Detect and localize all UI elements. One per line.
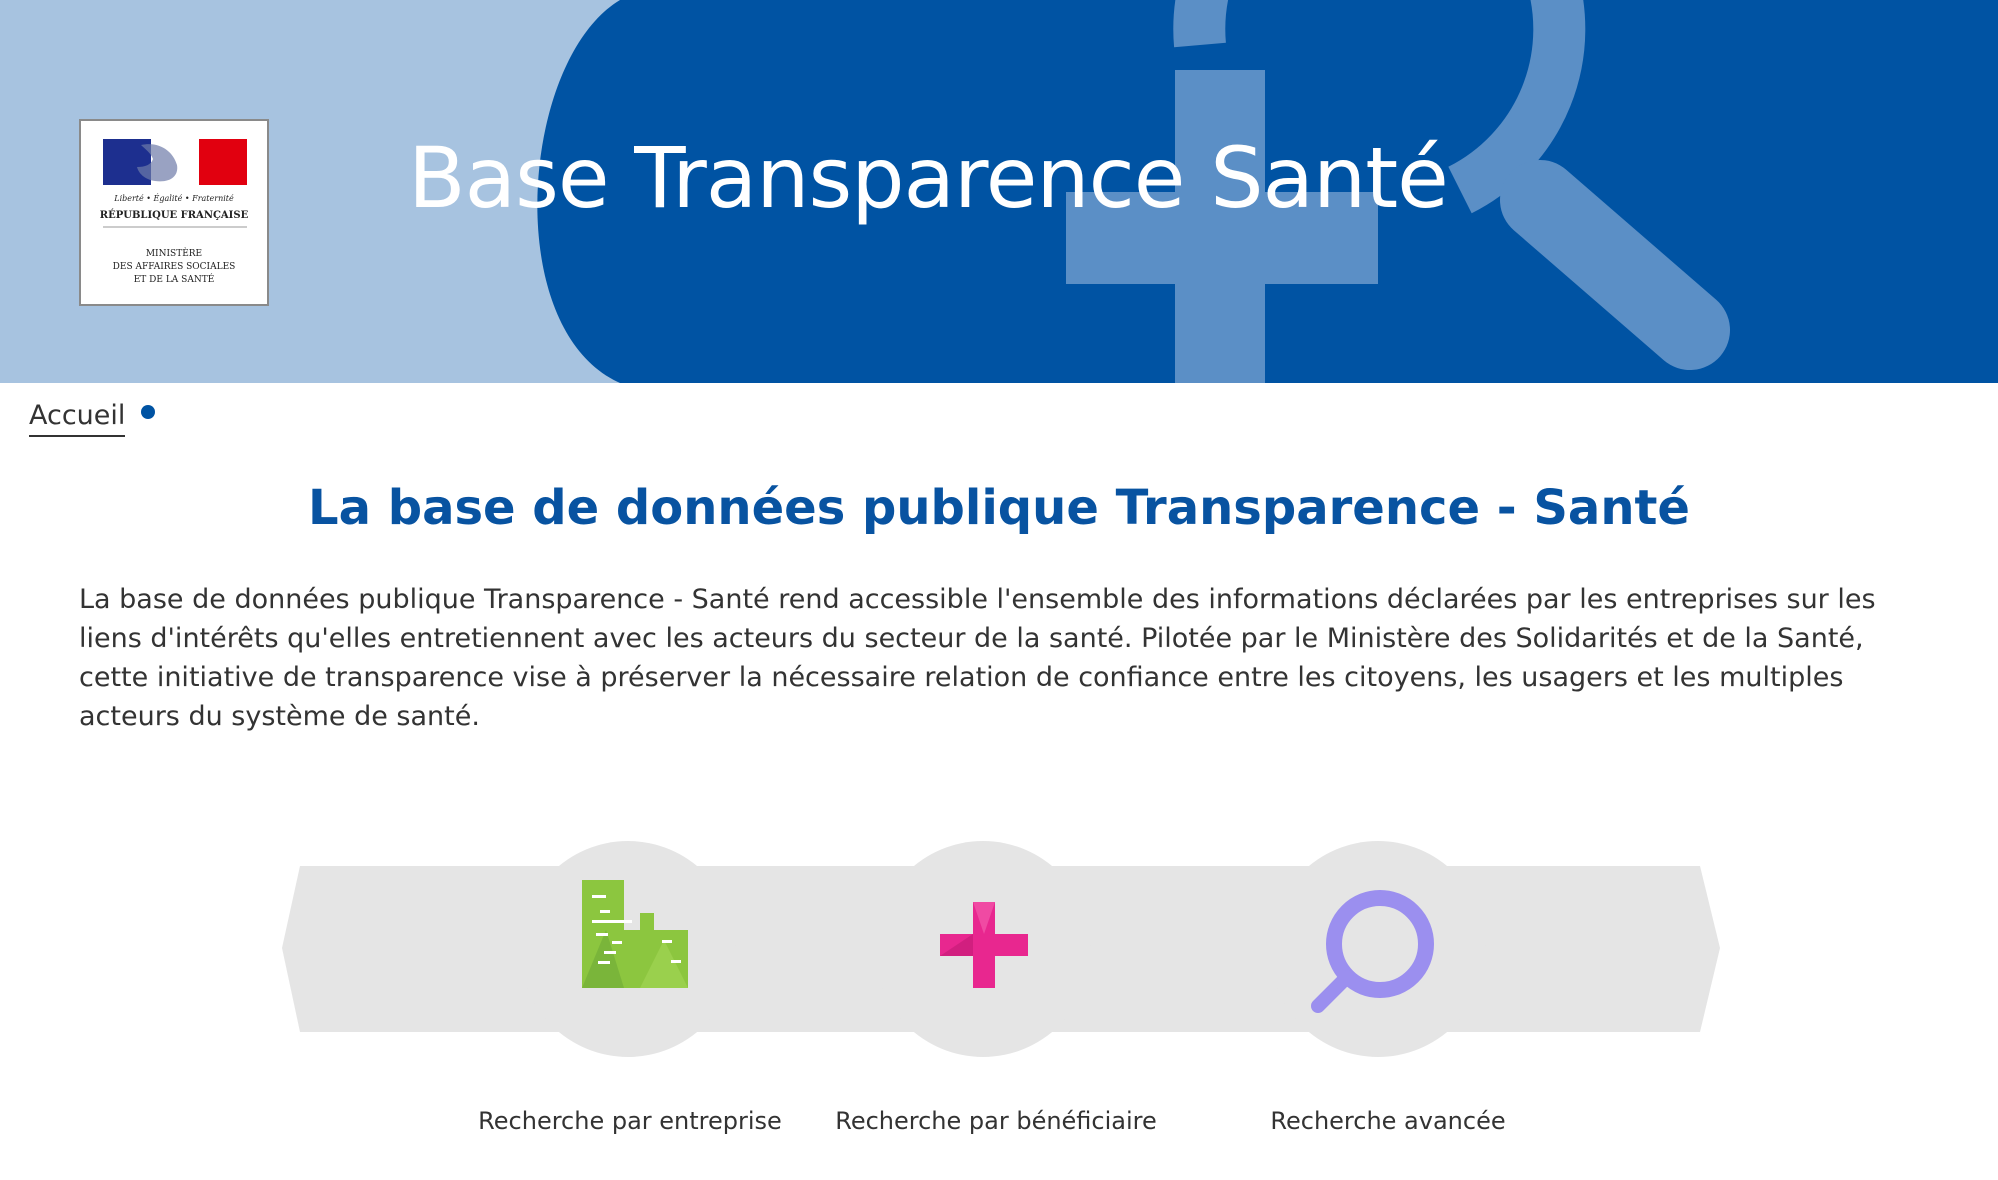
page-title: La base de données publique Transparence… [308,480,1690,536]
svg-text:DES AFFAIRES SOCIALES: DES AFFAIRES SOCIALES [113,262,236,272]
site-header: Liberté • Égalité • Fraternité RÉPUBLIQU… [0,0,1998,383]
search-options-band [282,841,1720,1057]
search-by-company-link[interactable]: Recherche par entreprise [478,1107,782,1135]
intro-paragraph: La base de données publique Transparence… [79,584,1876,732]
breadcrumb-dot [141,404,156,419]
site-title: Base Transparence Santé [408,129,1449,227]
breadcrumb-home-link[interactable]: Accueil [29,400,126,437]
svg-text:RÉPUBLIQUE FRANÇAISE: RÉPUBLIQUE FRANÇAISE [100,209,249,221]
svg-text:MINISTÈRE: MINISTÈRE [146,247,202,259]
svg-text:Liberté • Égalité • Fraternité: Liberté • Égalité • Fraternité [113,194,234,203]
breadcrumb: Accueil [29,400,156,437]
advanced-search-link[interactable]: Recherche avancée [1270,1107,1505,1135]
search-by-beneficiary-link[interactable]: Recherche par bénéficiaire [835,1107,1157,1135]
svg-text:ET DE LA SANTÉ: ET DE LA SANTÉ [134,273,215,285]
ministry-logo[interactable]: Liberté • Égalité • Fraternité RÉPUBLIQU… [79,119,269,306]
